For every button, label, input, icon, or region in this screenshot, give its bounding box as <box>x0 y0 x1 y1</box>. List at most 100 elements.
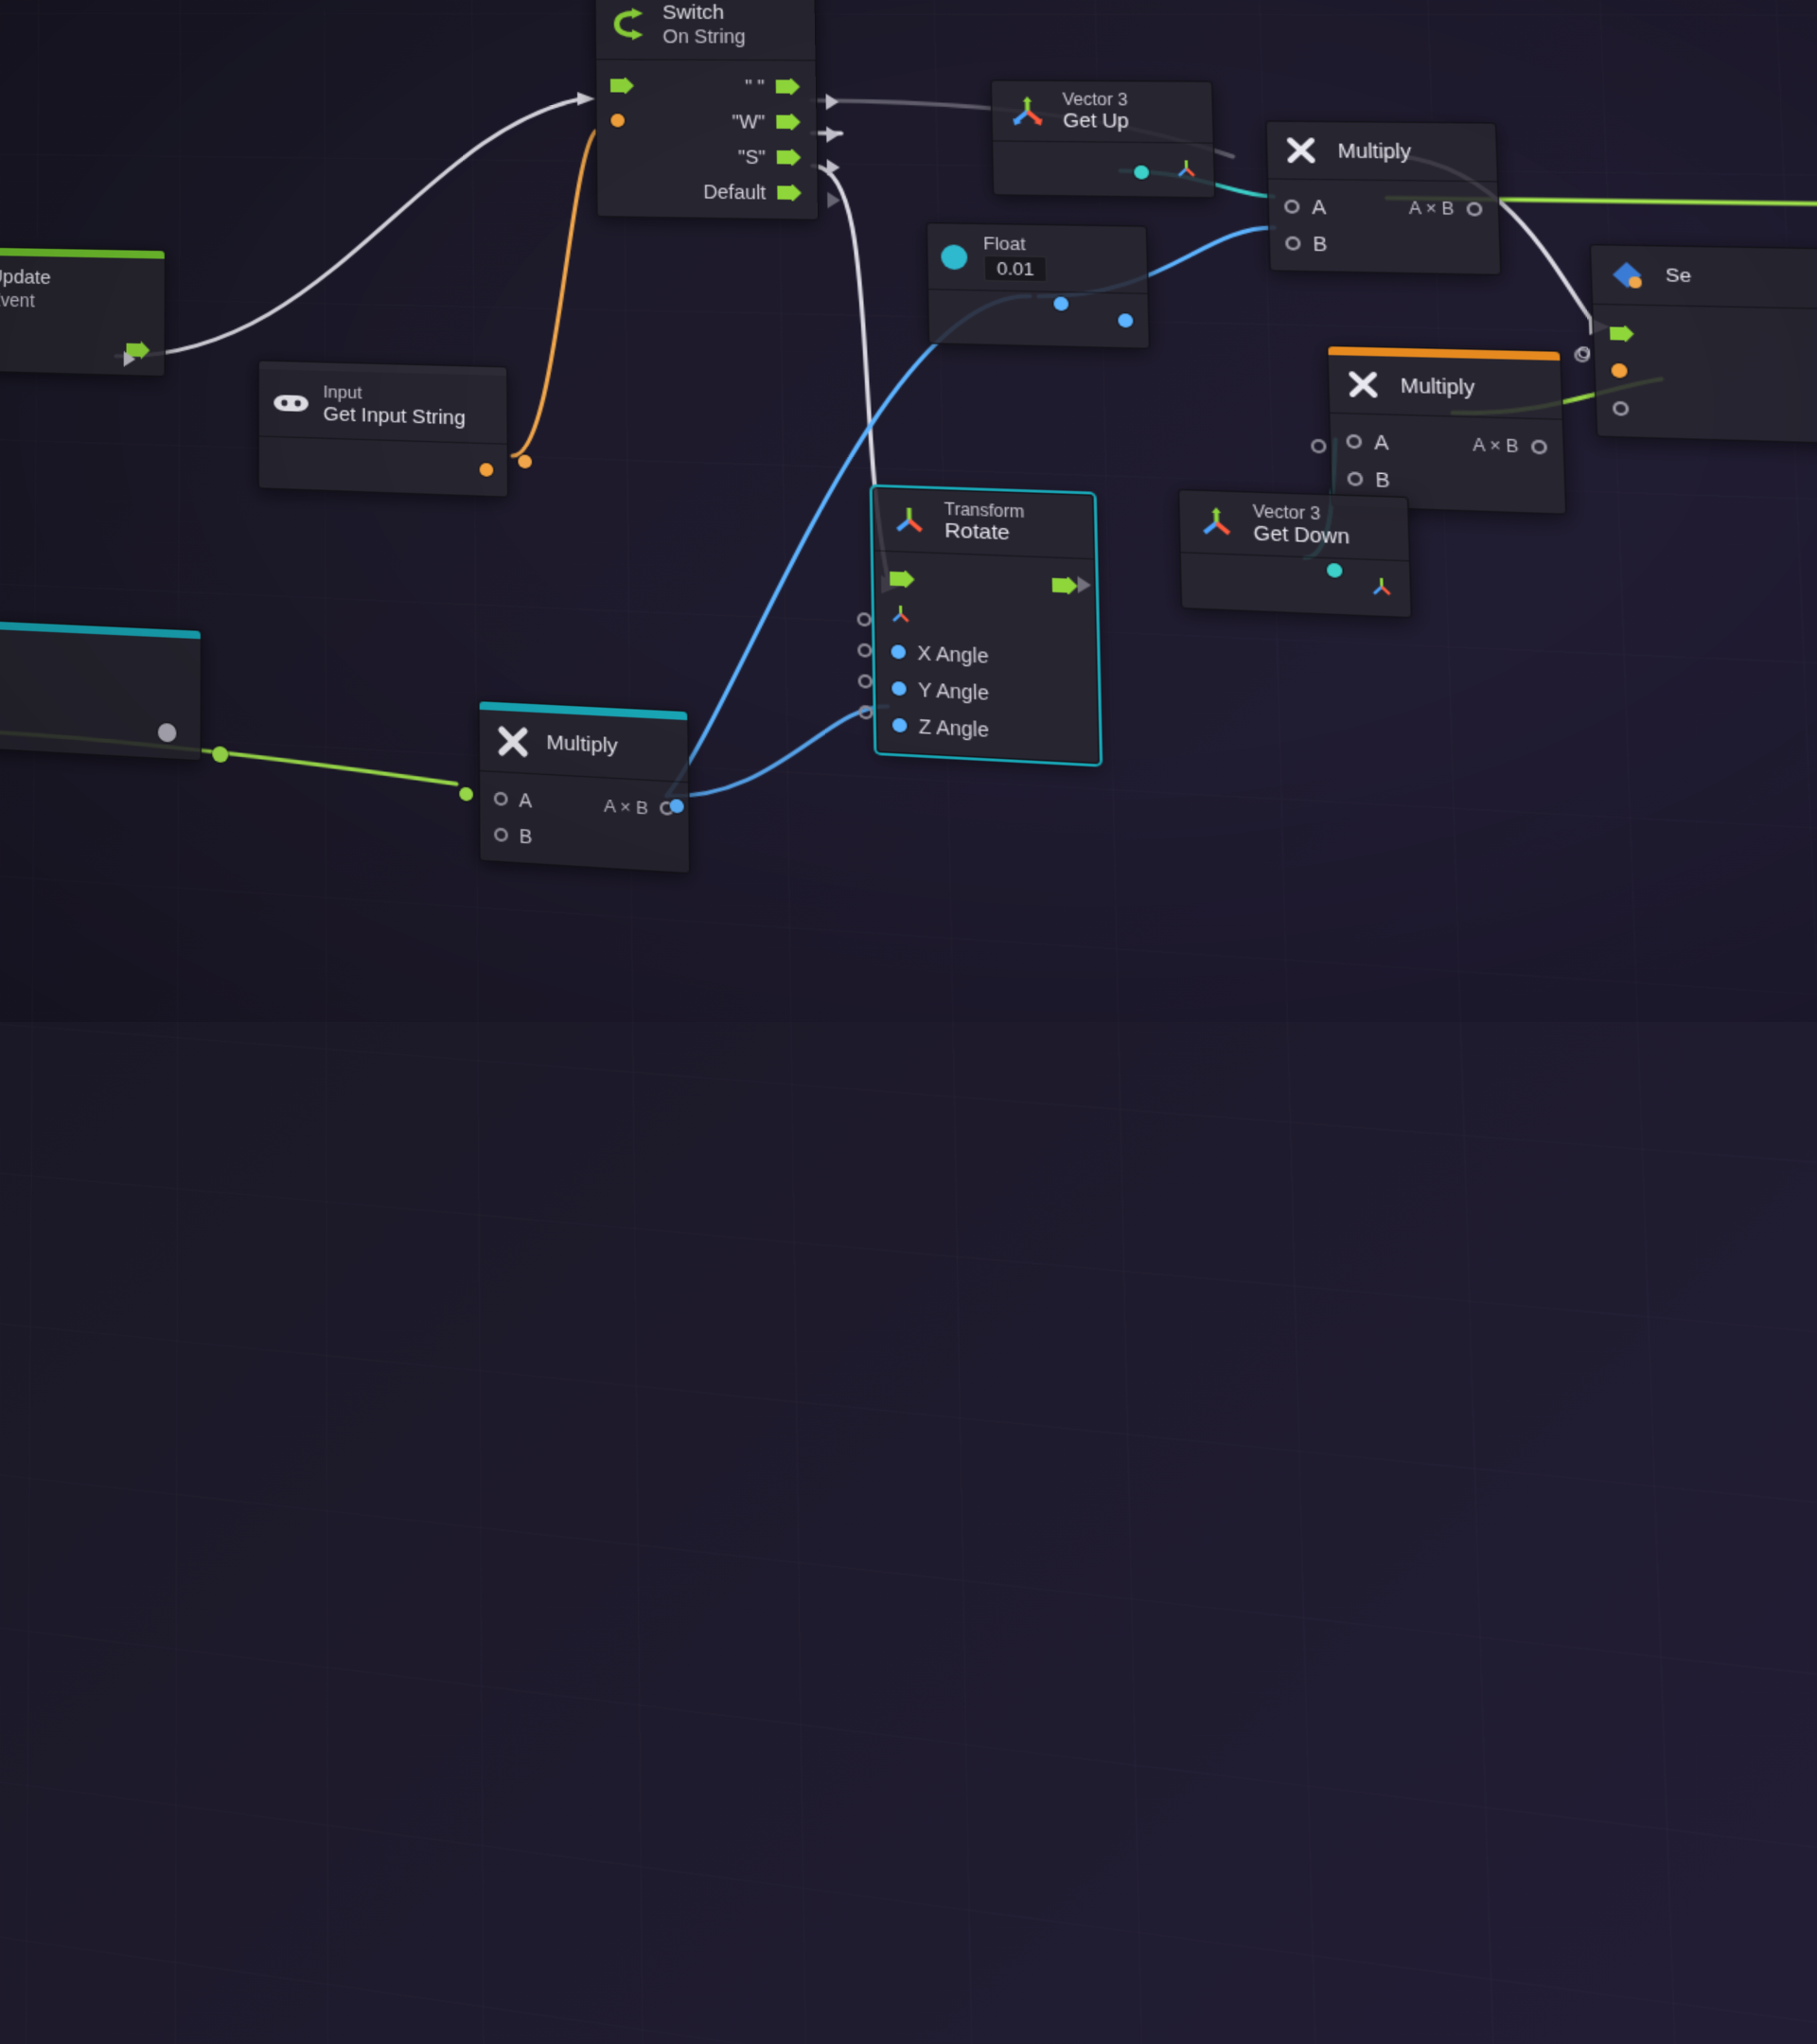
pin-x-label: X Angle <box>917 642 989 667</box>
ext-port[interactable] <box>857 612 873 626</box>
pin-z-label: Z Angle <box>919 715 990 742</box>
pin-b[interactable] <box>1348 471 1364 486</box>
pin-x-angle[interactable] <box>891 645 907 661</box>
axes-mini-icon <box>1174 157 1199 184</box>
node-title: Get Input String <box>324 402 467 431</box>
exec-out-arrow-icon <box>777 185 803 202</box>
exec-port[interactable] <box>826 127 839 143</box>
node-transform-rotate[interactable]: Transform Rotate X Angle Y Angle Z Angle <box>873 487 1100 765</box>
node-float[interactable]: Float 0.01 <box>926 222 1150 350</box>
exec-port[interactable] <box>826 94 839 110</box>
exec-in-arrow-icon <box>890 571 916 589</box>
node-subtitle: Transform <box>944 500 1025 522</box>
node-vector3-get-up[interactable]: Vector 3 Get Up <box>990 79 1215 199</box>
node-title: Update <box>0 266 51 291</box>
pin-b-label: B <box>520 825 533 848</box>
port[interactable] <box>1613 401 1630 416</box>
node-multiply-3[interactable]: Multiply A A × B B <box>478 700 690 874</box>
float-value[interactable]: 0.01 <box>983 255 1048 283</box>
multiply-icon <box>493 721 532 762</box>
node-partial-left[interactable] <box>0 618 202 762</box>
node-update-event[interactable]: Update Event <box>0 246 166 377</box>
node-partial-right[interactable]: Se <box>1589 244 1817 445</box>
float-out-port[interactable] <box>1118 313 1133 327</box>
pin-a[interactable] <box>494 791 508 805</box>
exec-out-arrow-icon <box>776 79 802 95</box>
float-icon <box>940 242 969 271</box>
pin-a[interactable] <box>1284 200 1300 214</box>
node-title: Multiply <box>546 731 618 759</box>
axes-mini-icon <box>1368 574 1394 603</box>
exec-out-port[interactable] <box>124 351 135 367</box>
pin-o-label: O <box>1577 345 1591 363</box>
ext-port[interactable] <box>858 674 873 689</box>
pin-y-angle[interactable] <box>891 681 907 696</box>
pin-result[interactable] <box>1531 440 1547 455</box>
node-get-input-string[interactable]: Input Get Input String <box>257 360 508 497</box>
expr-label: A × B <box>1408 199 1454 220</box>
case-label: "W" <box>732 111 766 132</box>
port[interactable] <box>1611 363 1627 379</box>
pin-y-label: Y Angle <box>918 678 989 705</box>
string-port[interactable] <box>518 454 532 468</box>
lime-port[interactable] <box>212 746 228 763</box>
float-port[interactable] <box>670 799 684 814</box>
exec-in-arrow-icon <box>1610 325 1636 342</box>
node-graph-canvas[interactable]: Update Event Input Get Input String <box>0 0 1817 2044</box>
exec-in-arrow-icon <box>610 78 636 94</box>
exec-port[interactable] <box>827 192 840 209</box>
exec-out-arrow-icon <box>776 114 802 130</box>
node-title: Se <box>1665 264 1691 287</box>
multiply-icon <box>1341 363 1385 405</box>
axes-icon <box>1007 92 1049 131</box>
vec3-out-port[interactable] <box>1134 166 1149 180</box>
case-label: " " <box>745 76 765 97</box>
branch-icon <box>609 6 648 44</box>
wires <box>0 0 1817 2044</box>
node-multiply-2[interactable]: Multiply A A × B B <box>1327 345 1567 516</box>
case-label: "S" <box>738 146 766 167</box>
node-title: Multiply <box>1337 139 1411 164</box>
pin-b-label: B <box>1313 233 1328 256</box>
node-subtitle: On String <box>662 26 746 48</box>
exec-out-port[interactable] <box>1078 576 1092 594</box>
expr-label: A × B <box>1473 435 1519 457</box>
axes-mini-icon <box>891 604 911 628</box>
exec-out-arrow-icon <box>1052 577 1080 595</box>
string-out-port[interactable] <box>480 463 494 477</box>
node-title: Get Down <box>1253 522 1350 550</box>
lime-port[interactable] <box>459 786 473 801</box>
pin-b[interactable] <box>1285 237 1301 251</box>
string-in-port[interactable] <box>610 114 625 127</box>
node-vector3-get-down[interactable]: Vector 3 Get Down <box>1178 489 1413 619</box>
ext-port[interactable] <box>857 643 873 659</box>
pin-a-label: A <box>1312 196 1327 219</box>
node-switch-on-string[interactable]: Switch On String " " "W" "S" Default <box>594 0 820 220</box>
node-title: Switch <box>662 1 746 26</box>
node-subtitle: Event <box>0 290 51 313</box>
multiply-icon <box>1279 131 1323 170</box>
pin-b[interactable] <box>494 827 508 842</box>
gamepad-icon <box>273 384 310 423</box>
out-port[interactable] <box>158 723 177 743</box>
node-subtitle: Vector 3 <box>1063 90 1129 111</box>
set-icon <box>1604 255 1650 296</box>
pin-z-angle[interactable] <box>892 718 908 733</box>
vec3-out-port[interactable] <box>1327 563 1343 578</box>
axes-icon <box>1194 502 1238 543</box>
ext-port[interactable] <box>1311 439 1327 454</box>
exec-out-arrow-icon <box>777 149 803 166</box>
pin-a[interactable] <box>1346 434 1362 449</box>
transform-icon <box>889 501 930 541</box>
expr-label: A × B <box>604 794 648 818</box>
pin-b-label: B <box>1375 468 1390 492</box>
node-title: Float <box>983 233 1048 256</box>
pin-a-label: A <box>519 789 532 812</box>
node-title: Rotate <box>944 520 1025 548</box>
pin-result[interactable] <box>1467 202 1483 216</box>
node-title: Multiply <box>1400 374 1474 400</box>
ext-port[interactable] <box>858 705 873 720</box>
node-multiply-1[interactable]: Multiply A A × B B <box>1265 120 1502 275</box>
float-port[interactable] <box>1053 296 1068 310</box>
exec-port[interactable] <box>827 159 840 175</box>
